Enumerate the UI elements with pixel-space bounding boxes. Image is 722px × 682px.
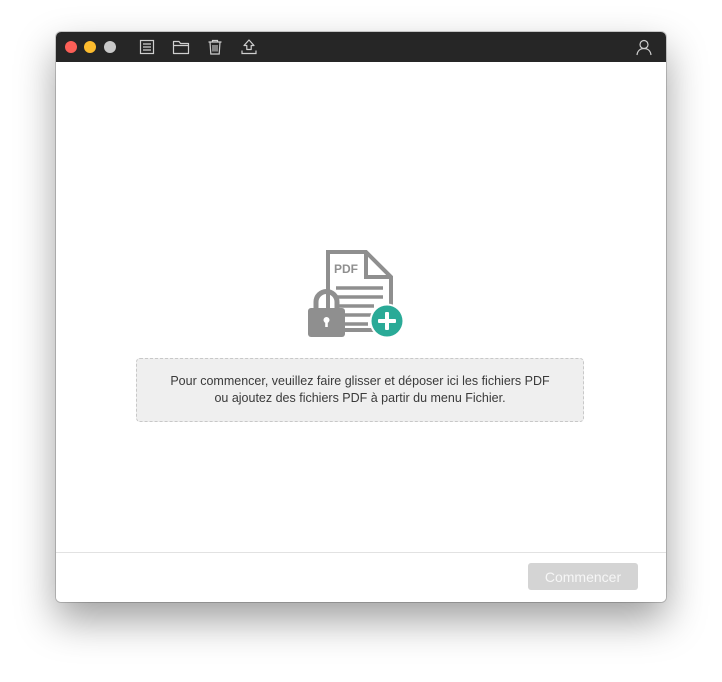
drop-zone-line2: ou ajoutez des fichiers PDF à partir du … bbox=[214, 391, 506, 405]
upload-icon[interactable] bbox=[240, 38, 258, 56]
list-icon[interactable] bbox=[138, 38, 156, 56]
start-button[interactable]: Commencer bbox=[528, 563, 638, 590]
user-icon[interactable] bbox=[635, 38, 653, 56]
minimize-button[interactable] bbox=[84, 41, 96, 53]
main-content[interactable]: PDF Pour commencer, veuillez faire gliss… bbox=[56, 62, 666, 552]
pdf-lock-add-icon: PDF bbox=[308, 250, 405, 339]
trash-icon[interactable] bbox=[206, 38, 224, 56]
footer: Commencer bbox=[56, 552, 666, 602]
titlebar bbox=[56, 32, 666, 62]
app-window: PDF Pour commencer, veuillez faire gliss… bbox=[56, 32, 666, 602]
close-button[interactable] bbox=[65, 41, 77, 53]
pdf-label: PDF bbox=[334, 262, 358, 276]
zoom-button[interactable] bbox=[104, 41, 116, 53]
drop-zone[interactable]: Pour commencer, veuillez faire glisser e… bbox=[136, 358, 584, 422]
drop-zone-line1: Pour commencer, veuillez faire glisser e… bbox=[170, 374, 550, 388]
folder-icon[interactable] bbox=[172, 38, 190, 56]
